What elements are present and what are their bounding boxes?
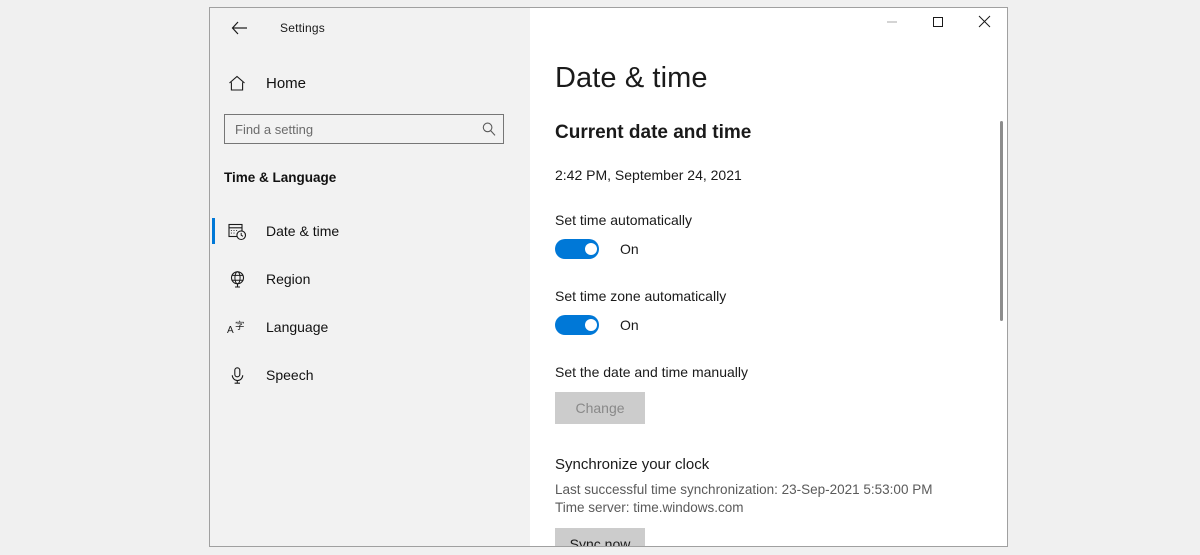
back-arrow-icon — [231, 21, 248, 35]
set-time-automatically-row: On — [555, 239, 1007, 259]
last-sync-text: Last successful time synchronization: 23… — [555, 481, 1007, 498]
toggle-knob — [585, 243, 597, 255]
content-scrollbar[interactable] — [995, 48, 1007, 546]
set-time-automatically-state: On — [620, 241, 639, 257]
set-timezone-automatically-toggle[interactable] — [555, 315, 599, 335]
language-icon: A 字 — [226, 318, 248, 337]
sidebar-item-label: Speech — [266, 367, 313, 383]
search-icon[interactable] — [481, 121, 497, 137]
minimize-icon — [886, 15, 898, 33]
window-titlebar-left: Settings — [210, 8, 530, 48]
toggle-knob — [585, 319, 597, 331]
current-datetime-value: 2:42 PM, September 24, 2021 — [555, 167, 1007, 183]
set-timezone-automatically-state: On — [620, 317, 639, 333]
set-date-time-manually-label: Set the date and time manually — [555, 364, 1007, 380]
microphone-icon — [226, 366, 248, 385]
globe-icon — [226, 270, 248, 289]
home-label: Home — [266, 75, 306, 92]
minimize-button[interactable] — [869, 8, 915, 40]
app-title: Settings — [280, 21, 325, 35]
sidebar: Settings Home Time & Language — [210, 8, 530, 546]
home-icon — [226, 75, 248, 92]
svg-text:字: 字 — [235, 320, 245, 332]
svg-text:A: A — [227, 325, 234, 336]
synchronize-clock-heading: Synchronize your clock — [555, 456, 1007, 473]
sidebar-item-region[interactable]: Region — [210, 255, 530, 303]
change-button[interactable]: Change — [555, 392, 645, 424]
sidebar-item-home[interactable]: Home — [210, 66, 530, 100]
sidebar-item-label: Date & time — [266, 223, 339, 239]
window-controls — [530, 8, 1007, 48]
sidebar-nav: Date & time Region A — [210, 207, 530, 399]
page-title: Date & time — [555, 62, 1007, 95]
set-timezone-automatically-row: On — [555, 315, 1007, 335]
content-body: Date & time Current date and time 2:42 P… — [530, 48, 1007, 546]
back-button[interactable] — [224, 14, 254, 42]
settings-window: Settings Home Time & Language — [209, 7, 1008, 547]
search-box[interactable] — [224, 114, 504, 144]
sidebar-item-label: Region — [266, 271, 310, 287]
content-pane: Date & time Current date and time 2:42 P… — [530, 8, 1007, 546]
group-heading-current-date-time: Current date and time — [555, 122, 1007, 144]
set-timezone-automatically-label: Set time zone automatically — [555, 288, 1007, 304]
sidebar-item-language[interactable]: A 字 Language — [210, 303, 530, 351]
sidebar-item-label: Language — [266, 319, 328, 335]
set-time-automatically-label: Set time automatically — [555, 212, 1007, 228]
close-button[interactable] — [961, 8, 1007, 40]
set-time-automatically-toggle[interactable] — [555, 239, 599, 259]
sidebar-section-title: Time & Language — [224, 170, 530, 185]
calendar-clock-icon — [226, 222, 248, 241]
sync-now-button[interactable]: Sync now — [555, 528, 645, 546]
sidebar-item-speech[interactable]: Speech — [210, 351, 530, 399]
maximize-button[interactable] — [915, 8, 961, 40]
selection-indicator — [212, 218, 215, 244]
maximize-icon — [932, 15, 944, 33]
time-server-text: Time server: time.windows.com — [555, 499, 1007, 516]
sidebar-item-date-time[interactable]: Date & time — [210, 207, 530, 255]
close-icon — [978, 15, 991, 33]
scrollbar-thumb[interactable] — [1000, 121, 1003, 321]
search-input[interactable] — [235, 122, 481, 137]
